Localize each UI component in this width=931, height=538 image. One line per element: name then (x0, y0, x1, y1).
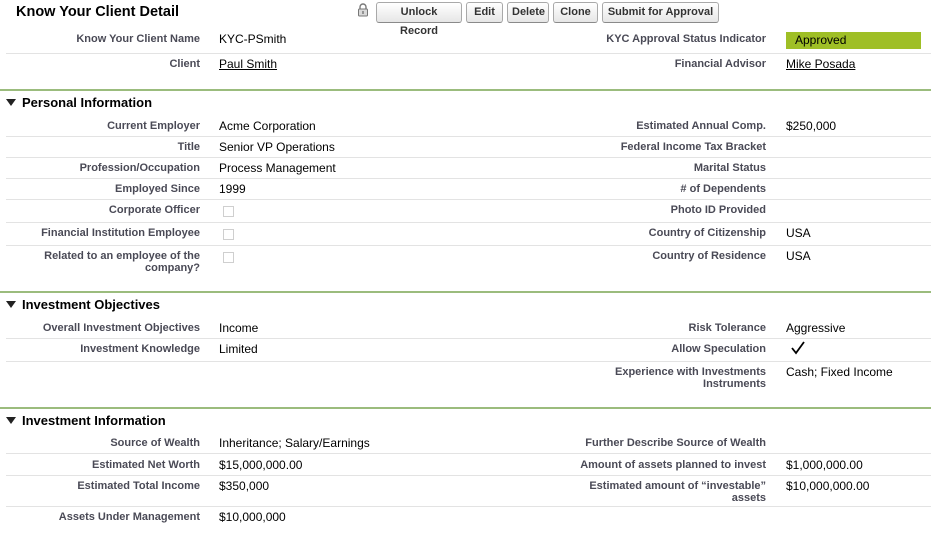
section-personal-information[interactable]: Personal Information (6, 95, 152, 110)
unlock-record-button[interactable]: Unlock Record (376, 2, 462, 37)
clone-button[interactable]: Clone (553, 2, 598, 23)
divider (6, 475, 931, 476)
section-title: Investment Information (22, 413, 166, 428)
current-employer-label: Current Employer (107, 120, 200, 132)
total-income-value: $350,000 (219, 479, 270, 493)
investable-assets-label-line1: Estimated amount of “investable” (589, 480, 766, 492)
source-of-wealth-value: Inheritance; Salary/Earnings (219, 436, 370, 450)
risk-tolerance-label: Risk Tolerance (688, 322, 766, 334)
financial-advisor-label: Financial Advisor (674, 58, 766, 70)
total-income-label: Estimated Total Income (77, 480, 200, 492)
page-title: Know Your Client Detail (16, 4, 180, 20)
section-investment-objectives[interactable]: Investment Objectives (6, 297, 160, 312)
section-title: Personal Information (22, 95, 153, 110)
investment-knowledge-value: Limited (219, 342, 258, 356)
financial-advisor-link[interactable]: Mike Posada (786, 57, 855, 71)
divider (6, 338, 931, 339)
net-worth-value: $15,000,000.00 (219, 458, 303, 472)
aum-label: Assets Under Management (58, 511, 200, 523)
experience-label-line2: Instruments (703, 378, 766, 390)
related-employee-label-line2: company? (144, 262, 200, 274)
investable-assets-label-line2: assets (731, 492, 766, 504)
further-source-label: Further Describe Source of Wealth (585, 437, 766, 449)
dependents-label: # of Dependents (680, 183, 766, 195)
approval-status-label: KYC Approval Status Indicator (606, 33, 766, 45)
submit-for-approval-button[interactable]: Submit for Approval (602, 2, 719, 23)
section-investment-information[interactable]: Investment Information (6, 413, 166, 428)
related-employee-label: Related to an employee of the company? (0, 250, 200, 274)
section-divider (0, 407, 931, 409)
investment-knowledge-label: Investment Knowledge (80, 343, 200, 355)
divider (6, 136, 931, 137)
title-value: Senior VP Operations (219, 140, 335, 154)
aum-value: $10,000,000 (219, 510, 286, 524)
overall-objectives-value: Income (219, 321, 259, 335)
divider (6, 199, 931, 200)
collapse-triangle-icon (6, 301, 16, 308)
residence-value: USA (786, 249, 811, 263)
delete-button[interactable]: Delete (507, 2, 549, 23)
divider (6, 453, 931, 454)
section-divider (0, 89, 931, 91)
corporate-officer-checkbox (223, 206, 234, 217)
profession-label: Profession/Occupation (79, 162, 200, 174)
related-employee-label-line1: Related to an employee of the (44, 250, 200, 262)
financial-institution-employee-label: Financial Institution Employee (41, 227, 200, 239)
kyc-name-label: Know Your Client Name (76, 33, 200, 45)
divider (6, 506, 931, 507)
residence-label: Country of Residence (652, 250, 766, 262)
approval-status-badge: Approved (786, 32, 921, 49)
source-of-wealth-label: Source of Wealth (110, 437, 200, 449)
title-label: Title (177, 141, 200, 153)
investable-assets-label: Estimated amount of “investable” assets (466, 480, 766, 504)
employed-since-value: 1999 (219, 182, 246, 196)
corporate-officer-label: Corporate Officer (108, 204, 200, 216)
related-employee-checkbox (223, 252, 234, 263)
tax-bracket-label: Federal Income Tax Bracket (620, 141, 766, 153)
risk-tolerance-value: Aggressive (786, 321, 846, 335)
financial-institution-employee-checkbox (223, 229, 234, 240)
collapse-triangle-icon (6, 99, 16, 106)
citizenship-value: USA (786, 226, 811, 240)
overall-objectives-label: Overall Investment Objectives (42, 322, 200, 334)
divider (6, 157, 931, 158)
investable-assets-value: $10,000,000.00 (786, 479, 870, 493)
divider (6, 361, 931, 362)
kyc-name-value: KYC-PSmith (219, 32, 287, 46)
client-link[interactable]: Paul Smith (219, 57, 277, 71)
net-worth-label: Estimated Net Worth (92, 459, 200, 471)
photo-id-label: Photo ID Provided (670, 204, 766, 216)
collapse-triangle-icon (6, 417, 16, 424)
experience-label-line1: Experience with Investments (615, 366, 766, 378)
divider (6, 222, 931, 223)
annual-comp-label: Estimated Annual Comp. (636, 120, 766, 132)
current-employer-value: Acme Corporation (219, 119, 316, 133)
lock-icon (358, 3, 368, 17)
profession-value: Process Management (219, 161, 336, 175)
annual-comp-value: $250,000 (786, 119, 837, 133)
planned-invest-value: $1,000,000.00 (786, 458, 863, 472)
divider (6, 53, 931, 54)
experience-label: Experience with Investments Instruments (466, 366, 766, 390)
allow-speculation-label: Allow Speculation (671, 343, 766, 355)
marital-status-label: Marital Status (693, 162, 766, 174)
divider (6, 245, 931, 246)
client-label: Client (169, 58, 200, 70)
edit-button[interactable]: Edit (466, 2, 503, 23)
experience-value: Cash; Fixed Income (786, 365, 893, 379)
employed-since-label: Employed Since (115, 183, 200, 195)
divider (6, 178, 931, 179)
planned-invest-label: Amount of assets planned to invest (580, 459, 766, 471)
checkmark-icon (791, 341, 805, 355)
section-title: Investment Objectives (22, 297, 160, 312)
section-divider (0, 291, 931, 293)
citizenship-label: Country of Citizenship (648, 227, 766, 239)
